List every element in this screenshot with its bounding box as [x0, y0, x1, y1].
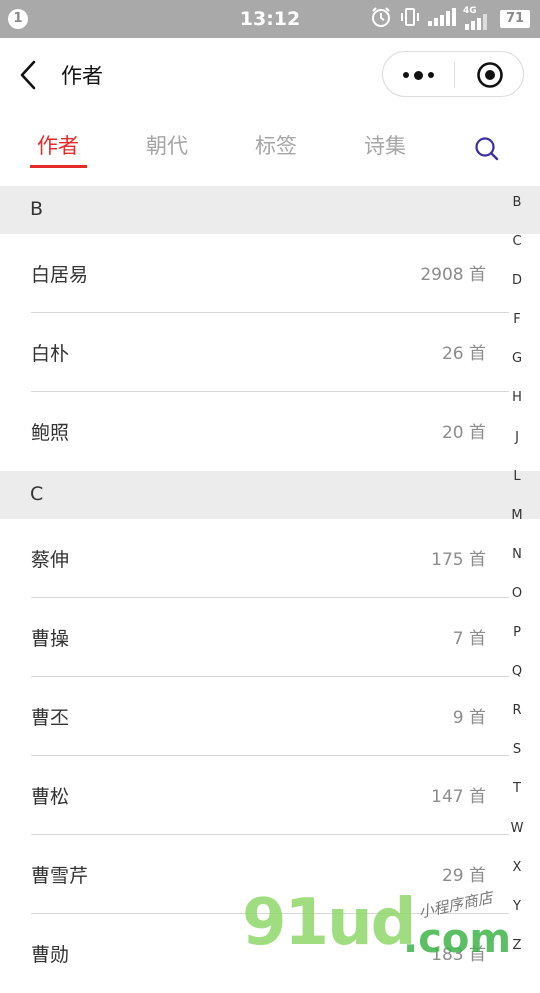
list-item[interactable]: 蔡伸 175 首 — [0, 519, 540, 598]
author-name: 曹丕 — [31, 707, 70, 729]
index-letter-w[interactable]: W — [505, 817, 529, 856]
poem-count: 147 首 — [431, 787, 486, 807]
poem-count: 2908 首 — [420, 265, 486, 285]
nav-bar: 作者 — [0, 38, 540, 112]
poem-count: 29 首 — [441, 866, 486, 886]
active-tab-indicator — [30, 165, 87, 168]
author-name: 曹勋 — [31, 944, 70, 966]
poem-count: 7 首 — [452, 629, 486, 649]
more-dots-icon — [403, 70, 434, 80]
index-letter-m[interactable]: M — [505, 504, 529, 543]
poem-count: 26 首 — [441, 344, 486, 364]
index-letter-r[interactable]: R — [505, 699, 529, 738]
index-letter-y[interactable]: Y — [505, 895, 529, 934]
index-letter-x[interactable]: X — [505, 856, 529, 895]
index-letter-s[interactable]: S — [505, 738, 529, 777]
target-close-icon — [477, 62, 503, 88]
author-name: 白居易 — [31, 264, 89, 286]
miniprogram-capsule — [382, 51, 524, 97]
list-item[interactable]: 曹丕 9 首 — [0, 677, 540, 756]
index-letter-q[interactable]: Q — [505, 660, 529, 699]
tab-dynasty[interactable]: 朝代 — [127, 130, 207, 160]
index-letter-p[interactable]: P — [505, 621, 529, 660]
section-letter: C — [30, 483, 44, 505]
tab-collections[interactable]: 诗集 — [345, 130, 425, 160]
author-name: 白朴 — [31, 343, 70, 365]
signal-icon — [428, 8, 456, 30]
section-header-b: B — [0, 186, 540, 234]
back-arrow-icon — [20, 60, 36, 90]
back-button[interactable] — [14, 58, 46, 92]
battery-indicator: 71 — [500, 10, 530, 28]
index-letter-t[interactable]: T — [505, 777, 529, 816]
index-letter-c[interactable]: C — [505, 230, 529, 269]
index-letter-d[interactable]: D — [505, 269, 529, 308]
index-letter-f[interactable]: F — [505, 308, 529, 347]
author-name: 曹雪芹 — [31, 865, 89, 887]
section-letter: B — [30, 198, 44, 220]
status-bar: 1 13:12 4G 71 — [0, 0, 540, 38]
list-item[interactable]: 鲍照 20 首 — [0, 392, 540, 471]
page-title: 作者 — [61, 64, 103, 88]
more-button[interactable] — [383, 52, 454, 98]
poem-count: 183 首 — [431, 945, 486, 965]
signal-4g-icon: 4G — [463, 6, 493, 30]
list-item[interactable]: 曹勋 183 首 — [0, 914, 540, 993]
alarm-icon — [370, 6, 392, 32]
author-name: 鲍照 — [31, 422, 70, 444]
list-item[interactable]: 白居易 2908 首 — [0, 234, 540, 313]
close-miniprogram-button[interactable] — [455, 52, 525, 98]
alphabet-index-bar: B C D F G H J L M N O P Q R S T W X Y Z — [505, 191, 529, 973]
list-item[interactable]: 白朴 26 首 — [0, 313, 540, 392]
tab-author[interactable]: 作者 — [18, 130, 98, 160]
search-button[interactable] — [470, 132, 504, 166]
tab-tags[interactable]: 标签 — [236, 130, 316, 160]
author-name: 曹操 — [31, 628, 70, 650]
poem-count: 20 首 — [441, 423, 486, 443]
index-letter-z[interactable]: Z — [505, 934, 529, 973]
tab-bar: 作者 朝代 标签 诗集 — [0, 112, 540, 186]
index-letter-j[interactable]: J — [505, 426, 529, 465]
author-name: 蔡伸 — [31, 549, 70, 571]
index-letter-h[interactable]: H — [505, 386, 529, 425]
vibrate-icon — [399, 6, 421, 32]
list-item[interactable]: 曹操 7 首 — [0, 598, 540, 677]
index-letter-b[interactable]: B — [505, 191, 529, 230]
list-item[interactable]: 曹雪芹 29 首 — [0, 835, 540, 914]
index-letter-l[interactable]: L — [505, 465, 529, 504]
list-item[interactable]: 曹松 147 首 — [0, 756, 540, 835]
status-icons: 4G 71 — [370, 6, 530, 32]
section-header-c: C — [0, 471, 540, 519]
search-icon — [475, 137, 499, 161]
poem-count: 175 首 — [431, 550, 486, 570]
author-name: 曹松 — [31, 786, 70, 808]
index-letter-n[interactable]: N — [505, 543, 529, 582]
author-list: B 白居易 2908 首 白朴 26 首 鲍照 20 首 C 蔡伸 175 首 … — [0, 186, 540, 993]
index-letter-o[interactable]: O — [505, 582, 529, 621]
index-letter-g[interactable]: G — [505, 347, 529, 386]
poem-count: 9 首 — [452, 708, 486, 728]
